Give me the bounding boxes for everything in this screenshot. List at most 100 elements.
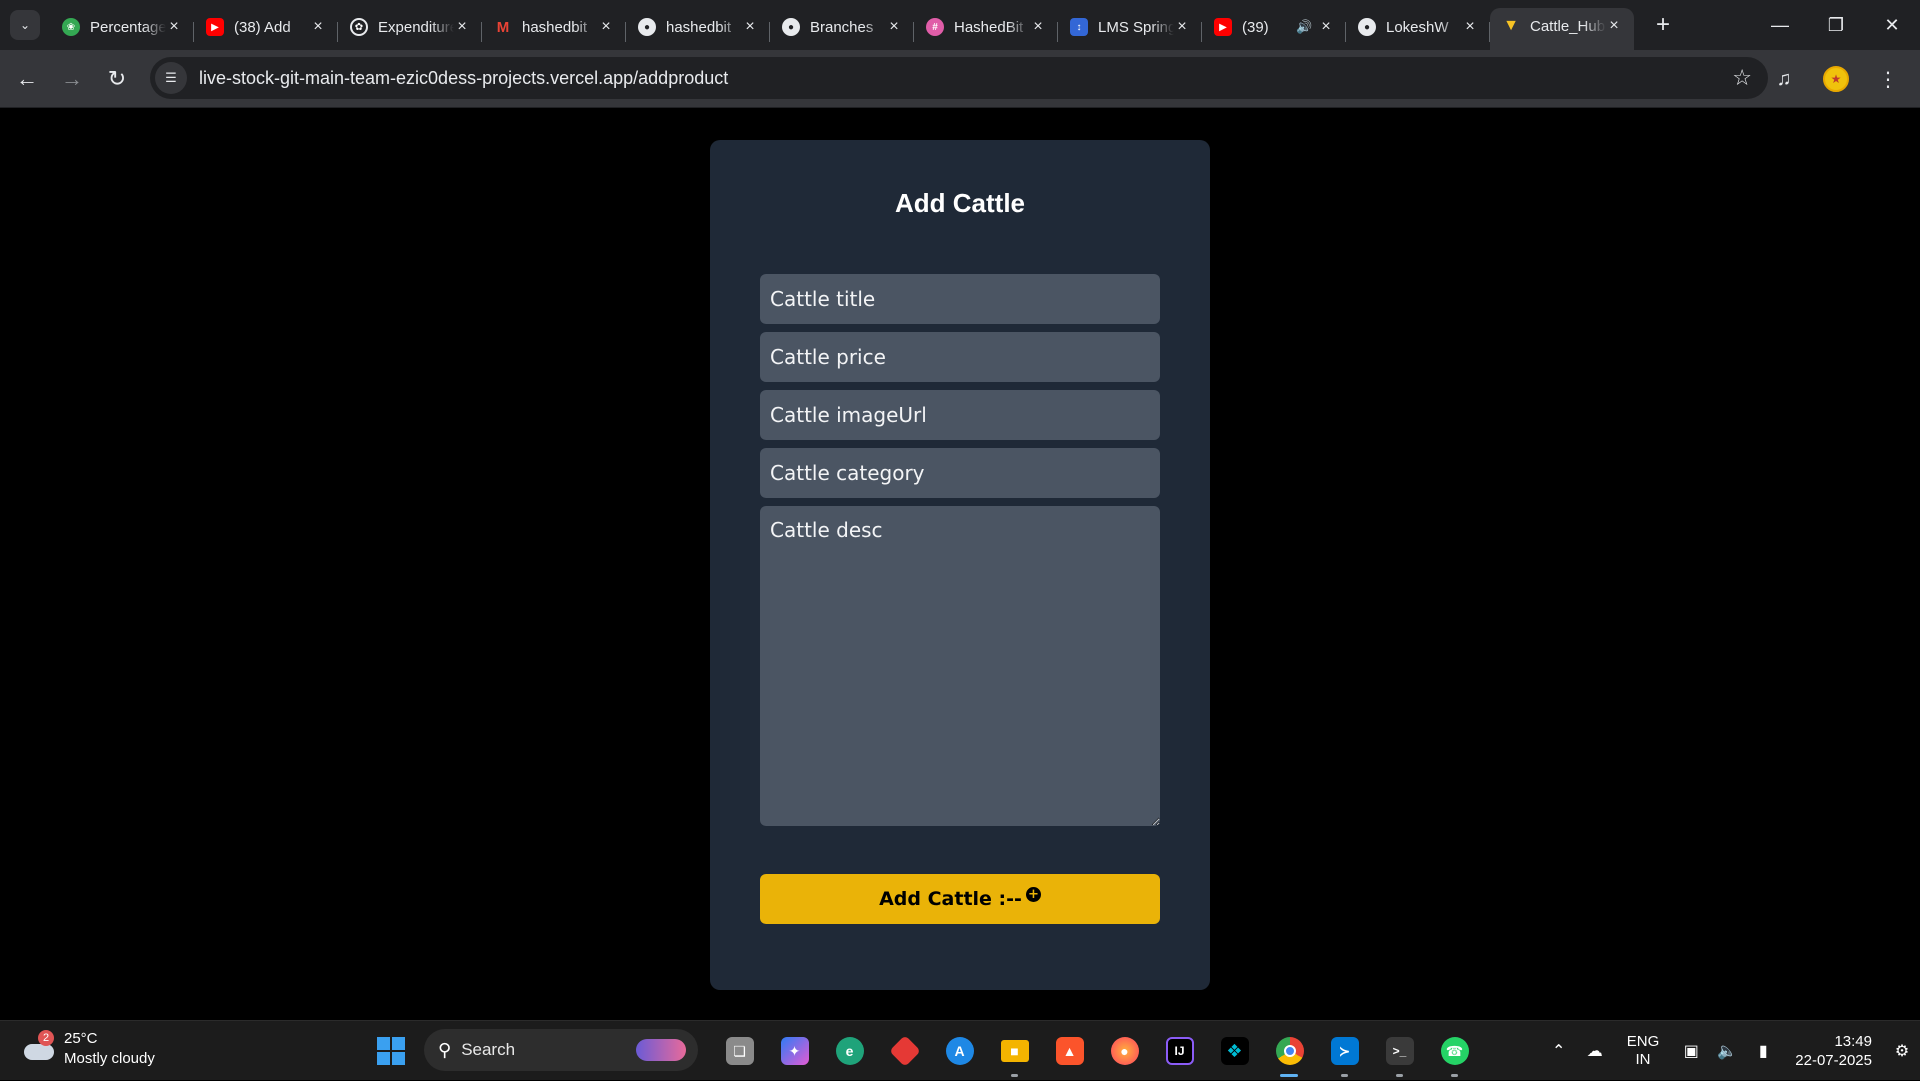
browser-tab[interactable]: M hashedbit ×	[482, 10, 626, 50]
copilot-icon: ✦	[780, 1037, 809, 1065]
hashedbit-icon: #	[926, 18, 944, 36]
taskbar-app-file-explorer[interactable]: ■	[987, 1029, 1042, 1077]
new-tab-button[interactable]: +	[1648, 10, 1678, 40]
more-vert-icon: ⋮	[1878, 68, 1898, 91]
weather-condition: Mostly cloudy	[64, 1050, 155, 1067]
close-icon[interactable]: ×	[886, 19, 902, 35]
speaker-icon[interactable]: 🔊	[1296, 19, 1312, 35]
forward-button[interactable]: →	[54, 61, 90, 97]
restore-button[interactable]: ❐	[1808, 0, 1864, 50]
browser-tab-active[interactable]: ▼ Cattle_Hub ×	[1490, 8, 1634, 50]
url-text[interactable]: live-stock-git-main-team-ezic0dess-proje…	[199, 68, 728, 89]
cattle-desc-textarea[interactable]	[760, 506, 1160, 826]
chevron-up-icon[interactable]: ⌃	[1544, 1041, 1574, 1061]
taskbar-app-chrome[interactable]	[1262, 1029, 1317, 1077]
taskbar-apps: ❏ ✦ e A ■ ▲ ● IJ ❖ ≻ >_ ☎	[712, 1029, 1482, 1077]
windows-logo-icon	[377, 1037, 390, 1050]
close-icon[interactable]: ×	[1462, 19, 1478, 35]
close-icon[interactable]: ×	[166, 19, 182, 35]
taskbar-app-firefox[interactable]: ●	[1097, 1029, 1152, 1073]
language-code: ENG	[1626, 1033, 1660, 1050]
browser-tab[interactable]: ● LokeshW ×	[1346, 10, 1490, 50]
taskbar-app-copilot[interactable]: ✦	[767, 1029, 822, 1073]
volume-icon[interactable]: 🔈	[1712, 1041, 1742, 1061]
tune-icon: ☰	[165, 70, 177, 85]
cattle-category-input[interactable]	[760, 448, 1160, 498]
tab-strip: ⌄ ❀ Percentage × ▶ (38) Add × ✿ Expendit…	[0, 0, 1920, 50]
tab-title: LokeshW	[1386, 18, 1449, 36]
close-icon[interactable]: ×	[454, 19, 470, 35]
browser-tab[interactable]: # HashedBit ×	[914, 10, 1058, 50]
browser-tab[interactable]: ✿ Expenditure ×	[338, 10, 482, 50]
close-window-button[interactable]: ✕	[1864, 0, 1920, 50]
tab-title: hashedbit	[522, 18, 588, 36]
taskbar-app-terminal[interactable]: >_	[1372, 1029, 1427, 1077]
weather-widget[interactable]: 2 25°C Mostly cloudy	[20, 1029, 155, 1069]
language-indicator[interactable]: ENG IN	[1627, 1033, 1660, 1069]
browser-toolbar: ← → ↻ ☰ live-stock-git-main-team-ezic0de…	[0, 50, 1920, 108]
back-button[interactable]: ←	[9, 61, 45, 97]
search-icon: ⚲	[438, 1039, 452, 1060]
browser-tab[interactable]: ❀ Percentage ×	[50, 10, 194, 50]
openai-icon: ✿	[350, 18, 368, 36]
minimize-button[interactable]: —	[1752, 0, 1808, 50]
close-icon[interactable]: ×	[1174, 19, 1190, 35]
menu-button[interactable]: ⋮	[1868, 59, 1908, 99]
browser-tab[interactable]: ▶ (38) Add ×	[194, 10, 338, 50]
taskbar-app-edge[interactable]: e	[822, 1029, 877, 1073]
region-code: IN	[1635, 1051, 1651, 1068]
browser-tab[interactable]: ↕ LMS Spring ×	[1058, 10, 1202, 50]
taskbar-app-teal[interactable]: ❖	[1207, 1029, 1262, 1073]
window-controls: — ❐ ✕	[1752, 0, 1920, 50]
taskbar-app-vscode[interactable]: ≻	[1317, 1029, 1372, 1077]
browser-tab[interactable]: ● Branches ×	[770, 10, 914, 50]
cloud-offline-icon[interactable]: ☁	[1580, 1041, 1610, 1061]
reload-button[interactable]: ↻	[99, 61, 135, 97]
start-button[interactable]	[377, 1037, 405, 1065]
close-icon[interactable]: ×	[1030, 19, 1046, 35]
weather-temperature: 25°C	[64, 1030, 98, 1047]
site-info-button[interactable]: ☰	[155, 62, 187, 94]
close-icon[interactable]: ×	[310, 19, 326, 35]
diamond-icon	[888, 1035, 921, 1067]
bookmark-star-icon[interactable]: ☆	[1732, 65, 1752, 91]
brave-icon: ▲	[1055, 1037, 1084, 1065]
add-cattle-card: Add Cattle Add Cattle :-- +	[710, 140, 1210, 990]
close-icon[interactable]: ×	[1606, 18, 1622, 34]
add-cattle-button[interactable]: Add Cattle :-- +	[760, 874, 1160, 924]
taskbar-search[interactable]: ⚲ Search	[424, 1029, 698, 1071]
puzzle-icon: ❖	[1220, 1037, 1249, 1065]
taskbar-app-brave[interactable]: ▲	[1042, 1029, 1097, 1073]
media-control-button[interactable]: ♫	[1764, 59, 1804, 99]
address-bar[interactable]: ☰ live-stock-git-main-team-ezic0dess-pro…	[150, 57, 1768, 99]
minimize-icon: —	[1771, 14, 1789, 35]
cattle-image-url-input[interactable]	[760, 390, 1160, 440]
browser-tab[interactable]: ▶ (39) 🔊 ×	[1202, 10, 1346, 50]
page-title: Add Cattle	[895, 188, 1025, 218]
tab-title: Percentage	[90, 18, 166, 36]
chrome-icon	[1275, 1037, 1304, 1065]
cattle-title-input[interactable]	[760, 274, 1160, 324]
clock-date: 22-07-2025	[1795, 1052, 1872, 1069]
close-icon[interactable]: ×	[742, 19, 758, 35]
taskbar-app-task-view[interactable]: ❏	[712, 1029, 767, 1073]
chevron-down-icon: ⌄	[19, 18, 31, 32]
network-icon[interactable]: ▣	[1676, 1041, 1706, 1061]
close-icon[interactable]: ×	[1318, 19, 1334, 35]
battery-icon[interactable]: ▮	[1748, 1041, 1778, 1061]
taskbar-app-whatsapp[interactable]: ☎	[1427, 1029, 1482, 1077]
cattle-price-input[interactable]	[760, 332, 1160, 382]
notifications-icon[interactable]: ⚙	[1887, 1041, 1917, 1061]
edge-icon: e	[835, 1037, 864, 1065]
browser-tab[interactable]: ● hashedbit ×	[626, 10, 770, 50]
plus-icon: +	[1655, 11, 1670, 38]
close-icon[interactable]: ×	[598, 19, 614, 35]
taskbar-app-git-kraken[interactable]	[877, 1029, 932, 1073]
taskbar-app-app-store[interactable]: A	[932, 1029, 987, 1073]
taskbar-app-intellij[interactable]: IJ	[1152, 1029, 1207, 1073]
clock[interactable]: 13:49 22-07-2025	[1795, 1032, 1872, 1070]
tab-search-button[interactable]: ⌄	[10, 10, 40, 40]
arrow-right-icon: →	[61, 65, 83, 91]
profile-button[interactable]: ★	[1816, 59, 1856, 99]
url-host: live-stock-git-main-team-ezic0dess-proje…	[199, 67, 634, 88]
